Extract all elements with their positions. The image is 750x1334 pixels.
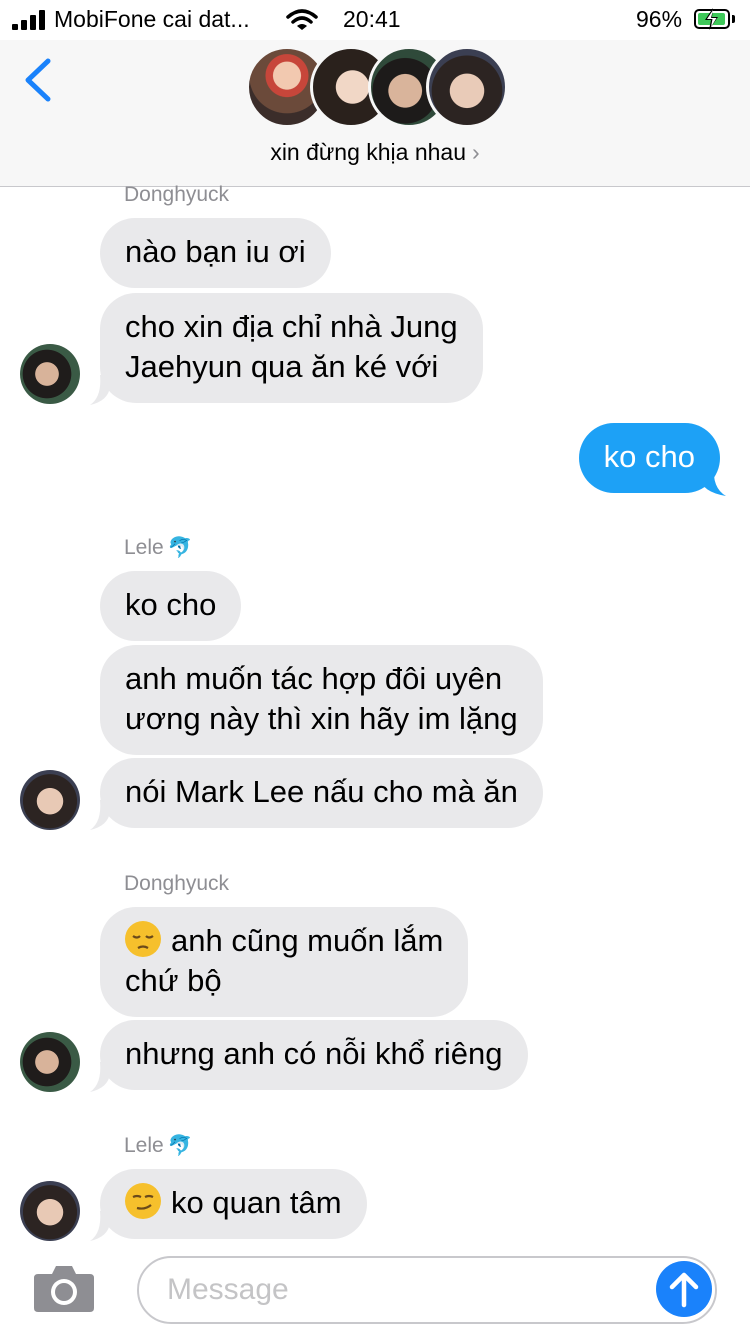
carrier-name: MobiFone cai dat... xyxy=(54,6,250,32)
incoming-message-bubble[interactable]: nào bạn iu ơi xyxy=(100,218,331,288)
incoming-message-bubble[interactable]: cho xin địa chỉ nhà Jung Jaehyun qua ăn … xyxy=(100,293,483,403)
message-input-placeholder: Message xyxy=(167,1273,289,1306)
sender-avatar[interactable] xyxy=(20,344,80,404)
message-text: anh cũng muốn lắm chứ bộ xyxy=(125,923,444,998)
incoming-message-bubble[interactable]: ko quan tâm xyxy=(100,1169,367,1239)
conversation-header: xin đừng khịa nhau › xyxy=(0,40,750,187)
clock: 20:41 xyxy=(343,6,401,32)
incoming-message-bubble[interactable]: anh cũng muốn lắm chứ bộ xyxy=(100,907,469,1017)
sender-avatar[interactable] xyxy=(20,770,80,830)
send-button[interactable] xyxy=(656,1261,712,1317)
group-name: xin đừng khịa nhau xyxy=(270,139,467,165)
message-text: nhưng anh có nỗi khổ riêng xyxy=(125,1036,503,1071)
bubble-tail xyxy=(90,1062,110,1092)
sender-name: Donghyuck xyxy=(124,872,230,895)
dolphin-emoji: 🐬 xyxy=(167,1135,193,1157)
sender-avatar[interactable] xyxy=(20,1032,80,1092)
message-text: nào bạn iu ơi xyxy=(125,234,306,269)
sender-name: Donghyuck xyxy=(124,183,230,206)
bubble-tail xyxy=(90,800,110,830)
incoming-message-bubble[interactable]: nói Mark Lee nấu cho mà ăn xyxy=(100,758,543,828)
message-text: anh muốn tác hợp đôi uyên ương này thì x… xyxy=(125,661,518,736)
cellular-signal-icon xyxy=(12,10,46,30)
message-text: cho xin địa chỉ nhà Jung Jaehyun qua ăn … xyxy=(125,309,458,384)
battery-tip xyxy=(732,15,735,23)
back-chevron-icon[interactable] xyxy=(20,58,56,102)
message-input[interactable]: Message xyxy=(137,1256,717,1324)
incoming-message-bubble[interactable]: ko cho xyxy=(100,571,242,641)
dolphin-emoji: 🐬 xyxy=(167,537,193,559)
message-text: nói Mark Lee nấu cho mà ăn xyxy=(125,774,518,809)
group-avatars[interactable] xyxy=(246,46,508,128)
camera-icon[interactable] xyxy=(32,1262,96,1314)
group-name-button[interactable]: xin đừng khịa nhau › xyxy=(0,139,750,166)
incoming-message-bubble[interactable]: anh muốn tác hợp đôi uyên ương này thì x… xyxy=(100,645,543,755)
chevron-right-icon: › xyxy=(472,139,480,165)
message-text: ko cho xyxy=(603,439,695,474)
battery-percentage: 96% xyxy=(636,6,683,32)
group-member-avatar xyxy=(426,46,508,128)
status-bar: MobiFone cai dat... 20:41 96% xyxy=(0,0,750,40)
wifi-icon xyxy=(286,9,318,30)
arrow-up-icon xyxy=(669,1272,699,1308)
bubble-tail xyxy=(90,375,110,405)
outgoing-message-bubble[interactable]: ko cho xyxy=(578,423,720,493)
sender-name: Lele 🐬 xyxy=(124,536,193,559)
sender-avatar[interactable] xyxy=(20,1181,80,1241)
charging-bolt-icon xyxy=(705,8,718,30)
pensive-face-emoji xyxy=(125,921,161,957)
message-text: ko quan tâm xyxy=(171,1185,342,1220)
message-text: ko cho xyxy=(125,587,217,622)
smirking-face-emoji xyxy=(125,1183,161,1219)
bubble-tail xyxy=(90,1211,110,1241)
sender-name: Lele 🐬 xyxy=(124,1134,193,1157)
incoming-message-bubble[interactable]: nhưng anh có nỗi khổ riêng xyxy=(100,1020,528,1090)
bubble-tail xyxy=(700,466,726,496)
